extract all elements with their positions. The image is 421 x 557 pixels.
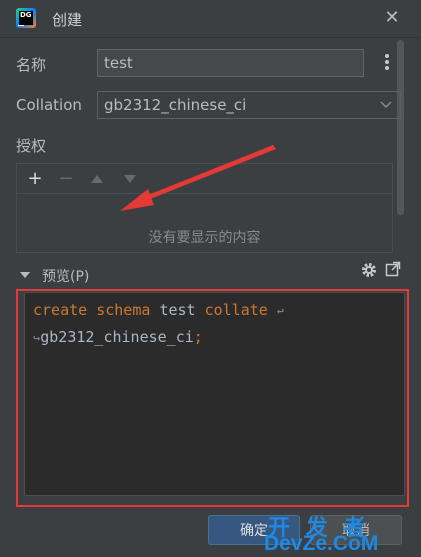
add-icon[interactable]: +	[25, 169, 45, 189]
datagrip-logo-icon: DG	[16, 8, 36, 28]
more-options-icon[interactable]	[382, 52, 392, 74]
schema-name: test	[159, 301, 196, 319]
collation-name: gb2312_chinese_ci	[40, 328, 194, 346]
name-label: 名称	[16, 56, 47, 74]
move-up-icon[interactable]	[90, 173, 104, 185]
remove-icon[interactable]: −	[56, 169, 76, 189]
window-title: 创建	[52, 11, 83, 29]
keyword-collate: collate	[204, 301, 268, 319]
keyword-create: create	[33, 301, 88, 319]
empty-state-text: 没有要显示的内容	[148, 230, 261, 246]
semicolon: ;	[193, 328, 203, 346]
name-input[interactable]: test	[97, 49, 364, 77]
form-scrollbar[interactable]	[397, 40, 404, 215]
sql-preview-editor[interactable]: create schema test collate ↩ ↪gb2312_chi…	[24, 292, 405, 496]
preview-toggle[interactable]: 预览(P)	[16, 266, 406, 286]
close-icon[interactable]: ✕	[382, 8, 402, 28]
auth-label: 授权	[16, 137, 47, 155]
ok-button[interactable]: 确定	[208, 515, 300, 545]
open-in-editor-icon[interactable]	[385, 261, 401, 277]
code-line-1: create schema test collate ↩	[33, 301, 284, 319]
wrap-icon: ↩	[276, 304, 285, 318]
preview-label: 预览(P)	[42, 269, 90, 285]
collation-select[interactable]: gb2312_chinese_ci	[97, 91, 401, 119]
expand-arrow-icon	[20, 272, 30, 278]
title-bar: DG 创建 ✕	[0, 0, 421, 38]
collation-label: Collation	[16, 96, 82, 114]
chevron-down-icon	[380, 101, 392, 109]
code-line-2: ↪gb2312_chinese_ci;	[33, 328, 203, 346]
keyword-schema: schema	[96, 301, 151, 319]
gear-icon[interactable]	[360, 261, 378, 279]
collation-value: gb2312_chinese_ci	[104, 96, 247, 114]
cancel-button[interactable]: 取消	[310, 515, 402, 545]
annotation-arrow	[120, 145, 276, 211]
